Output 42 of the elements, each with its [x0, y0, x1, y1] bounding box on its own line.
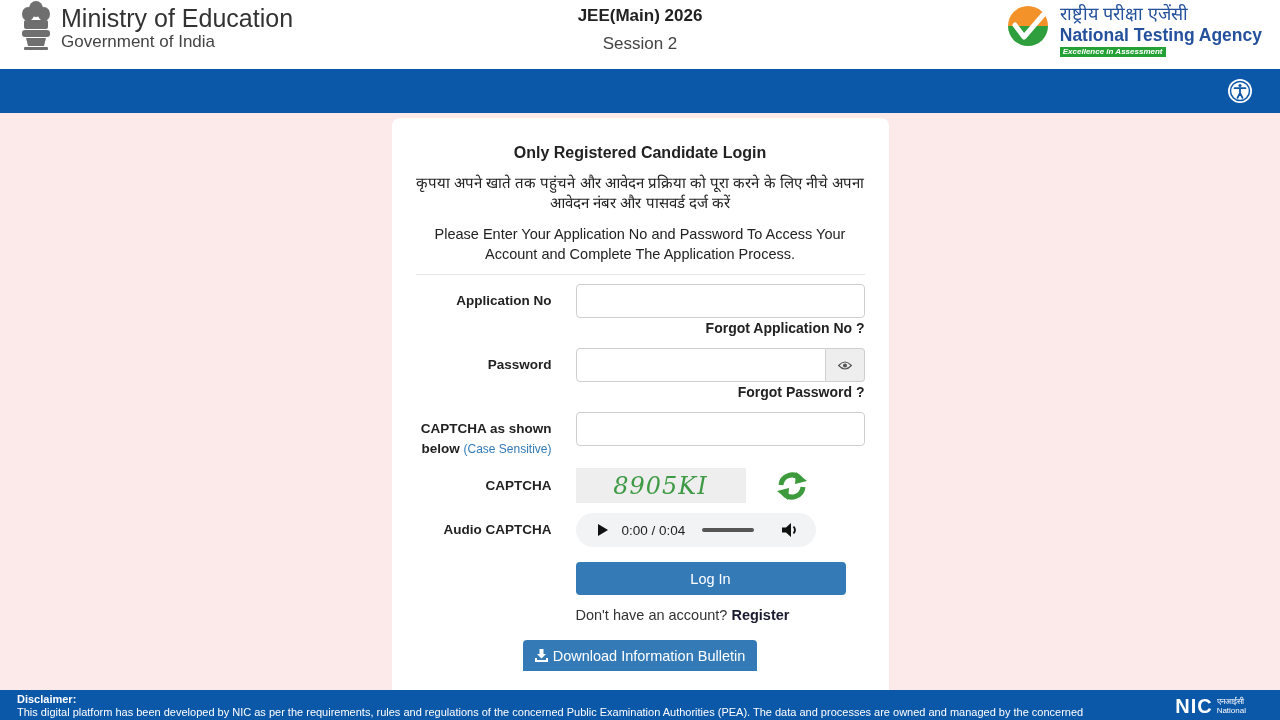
refresh-captcha-button[interactable]	[775, 469, 808, 502]
check-circle-icon	[1005, 4, 1050, 48]
agency-tagline: Excellence in Assessment	[1059, 47, 1166, 57]
seek-bar[interactable]	[702, 528, 755, 532]
field-label: Audio CAPTCHA	[443, 521, 552, 539]
download-icon	[534, 649, 548, 662]
instructions: Please Enter Your Application No and Password To Access Your Account and Complete The Application Process.	[433, 225, 847, 264]
hindi-instructions: कृपया अपने खाते तक पहुंचने और आवेदन प्रक्रिया को पूरा करने के लिए नीचे अपना आवेदन नंबर और पासवर्ड दर्ज करें	[415, 173, 865, 213]
register-prompt: Don't have an account?	[575, 606, 728, 624]
refresh-icon	[775, 469, 808, 502]
input-field[interactable]	[575, 284, 865, 318]
card-title: Only Registered Candidate Login	[513, 143, 767, 163]
volume-button[interactable]	[781, 523, 798, 537]
download-button[interactable]: Download Information Bulletin	[522, 640, 758, 671]
captcha-image: 8905KI	[575, 468, 746, 503]
time-display: 0:00 / 0:04	[621, 522, 686, 538]
exam-session: Session 2	[602, 34, 678, 54]
ministry-subtitle: Government of India	[61, 32, 216, 51]
password-field[interactable]	[575, 348, 826, 382]
agency-hindi-name: राष्ट्रीय परीक्षा एजेंसी	[1059, 4, 1188, 24]
volume-icon	[781, 523, 798, 537]
show-password-button[interactable]	[825, 348, 865, 382]
field-label: CAPTCHA as shown below (Case Sensitive)	[419, 420, 552, 458]
agency-name: National Testing Agency	[1059, 24, 1262, 46]
play-icon	[597, 524, 608, 536]
login-button[interactable]: Log In	[575, 562, 846, 595]
field-label: Application No	[456, 292, 552, 310]
field-label: Password	[487, 356, 552, 374]
disclaimer-heading: Disclaimer:	[17, 693, 77, 706]
accessibility-icon	[1228, 79, 1252, 103]
register-link[interactable]: Register	[731, 606, 790, 624]
field-label: CAPTCHA	[485, 476, 552, 495]
eye-icon	[837, 360, 852, 370]
forgot-link[interactable]: Forgot Application No ?	[705, 319, 865, 337]
exam-title: JEE(Main) 2026	[577, 5, 703, 27]
emblem-icon	[20, 0, 52, 50]
forgot-link[interactable]: Forgot Password ?	[737, 383, 865, 401]
play-button[interactable]	[597, 524, 608, 536]
input-field[interactable]	[575, 412, 865, 446]
ministry-title: Ministry of Education	[61, 4, 294, 32]
disclaimer-text: This digital platform has been developed by NIC as per the requirements, rules and regulations of the concerned Public Examination Authorities (PEA). The data and processes are owned and managed by the concerned	[17, 706, 1084, 719]
accessibility-button[interactable]	[1228, 79, 1252, 103]
